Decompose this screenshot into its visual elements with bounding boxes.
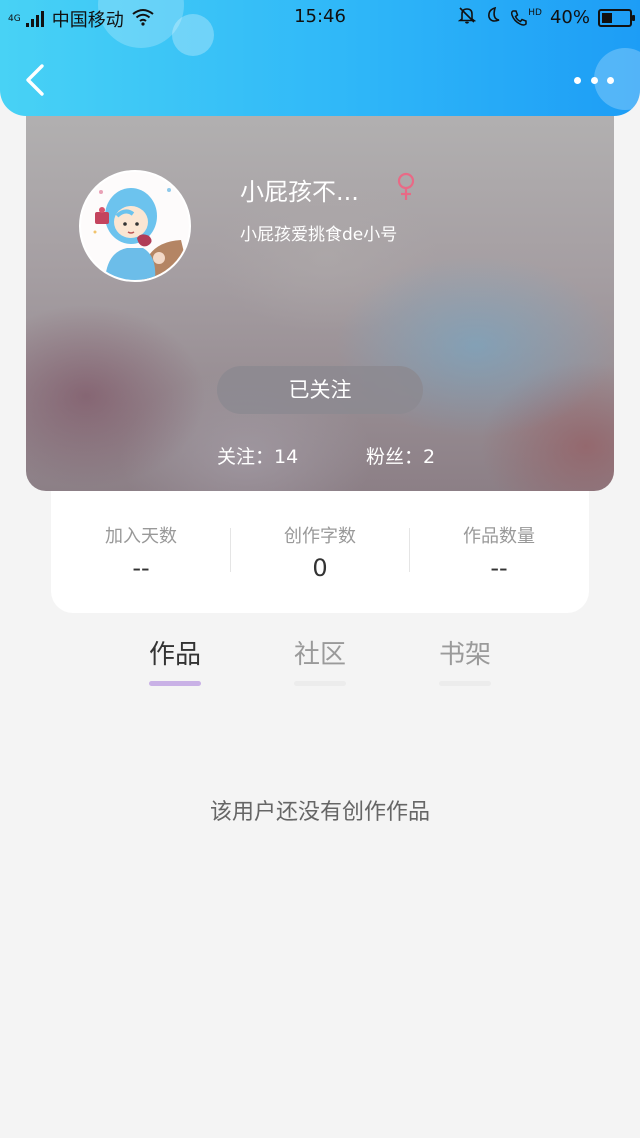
stat-value: -- [132,554,150,582]
battery-icon [598,8,635,27]
back-button[interactable] [18,60,54,100]
tab-bookshelf[interactable]: 书架 [415,634,515,686]
profile-card: 小屁孩不... 小屁孩爱挑食de小号 已关注 关注：14 粉丝：2 [26,96,614,491]
tab-label: 书架 [438,640,491,670]
stat-value: 0 [312,554,328,582]
stats-card: 加入天数 -- 创作字数 0 作品数量 -- [51,470,589,613]
tab-indicator [294,681,346,686]
followers-count[interactable]: 粉丝：2 [366,442,435,469]
empty-state-message: 该用户还没有创作作品 [209,800,430,825]
user-profile-page: 4G 中国移动 15:46 HD 40% 小屁孩不... 小屁孩爱挑食de小号 … [0,0,640,1138]
stat-join-days: 加入天数 -- [51,522,231,582]
battery-percent: 40% [549,7,590,28]
following-count[interactable]: 关注：14 [217,442,298,469]
avatar[interactable] [79,170,191,282]
hd-label: HD [528,7,542,18]
tab-label: 作品 [148,640,201,670]
stat-word-count: 创作字数 0 [230,522,410,582]
stat-label: 创作字数 [284,526,356,547]
tab-indicator [439,681,491,686]
tab-indicator [149,681,201,686]
chevron-left-icon [26,64,44,96]
phone-hd-icon: HD [510,7,542,27]
avatar-illustration [81,172,189,280]
more-dots-icon [590,76,598,84]
female-gender-icon [396,172,416,202]
stat-label: 作品数量 [463,526,535,547]
more-dots-icon [574,76,581,84]
tab-community[interactable]: 社区 [270,634,370,686]
stat-label: 加入天数 [105,526,177,547]
stat-value: -- [490,554,508,582]
status-bar: 4G 中国移动 15:46 HD 40% [0,0,640,34]
bell-mute-icon [457,6,477,29]
tab-label: 社区 [293,640,346,670]
moon-icon [484,6,502,29]
tab-works[interactable]: 作品 [125,634,225,686]
more-dots-icon [607,76,614,84]
user-nickname: 小屁孩不... [240,178,359,206]
more-options-button[interactable] [574,66,614,94]
stat-works-count: 作品数量 -- [409,522,589,582]
top-header: 4G 中国移动 15:46 HD 40% [0,0,640,116]
followed-button[interactable]: 已关注 [217,366,423,414]
user-subtitle: 小屁孩爱挑食de小号 [240,225,398,245]
